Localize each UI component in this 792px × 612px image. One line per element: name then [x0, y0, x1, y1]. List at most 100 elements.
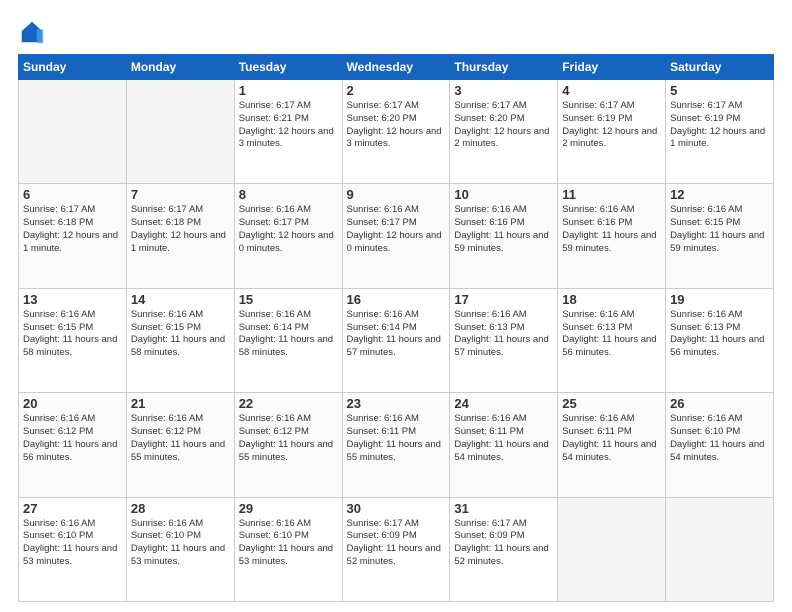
day-info: Sunrise: 6:16 AM Sunset: 6:17 PM Dayligh… — [347, 204, 446, 255]
logo-icon — [18, 18, 46, 46]
day-number: 9 — [347, 187, 446, 202]
weekday-header-sunday: Sunday — [19, 55, 127, 80]
day-info: Sunrise: 6:16 AM Sunset: 6:14 PM Dayligh… — [239, 309, 338, 360]
day-number: 16 — [347, 292, 446, 307]
day-info: Sunrise: 6:16 AM Sunset: 6:16 PM Dayligh… — [454, 204, 553, 255]
day-number: 13 — [23, 292, 122, 307]
day-info: Sunrise: 6:16 AM Sunset: 6:16 PM Dayligh… — [562, 204, 661, 255]
header — [18, 18, 774, 46]
calendar-cell: 24 Sunrise: 6:16 AM Sunset: 6:11 PM Dayli… — [450, 393, 558, 497]
day-number: 24 — [454, 396, 553, 411]
day-number: 2 — [347, 83, 446, 98]
day-number: 19 — [670, 292, 769, 307]
day-number: 4 — [562, 83, 661, 98]
day-number: 1 — [239, 83, 338, 98]
calendar-cell — [558, 497, 666, 601]
logo — [18, 18, 50, 46]
day-number: 26 — [670, 396, 769, 411]
weekday-header-row: SundayMondayTuesdayWednesdayThursdayFrid… — [19, 55, 774, 80]
day-number: 18 — [562, 292, 661, 307]
calendar-cell: 13 Sunrise: 6:16 AM Sunset: 6:15 PM Dayli… — [19, 288, 127, 392]
day-number: 7 — [131, 187, 230, 202]
day-number: 25 — [562, 396, 661, 411]
calendar-cell: 17 Sunrise: 6:16 AM Sunset: 6:13 PM Dayli… — [450, 288, 558, 392]
calendar-cell: 11 Sunrise: 6:16 AM Sunset: 6:16 PM Dayli… — [558, 184, 666, 288]
week-row-1: 1 Sunrise: 6:17 AM Sunset: 6:21 PM Daylig… — [19, 80, 774, 184]
day-number: 31 — [454, 501, 553, 516]
day-info: Sunrise: 6:16 AM Sunset: 6:15 PM Dayligh… — [131, 309, 230, 360]
day-info: Sunrise: 6:17 AM Sunset: 6:19 PM Dayligh… — [670, 100, 769, 151]
weekday-header-friday: Friday — [558, 55, 666, 80]
calendar-cell: 4 Sunrise: 6:17 AM Sunset: 6:19 PM Daylig… — [558, 80, 666, 184]
day-number: 29 — [239, 501, 338, 516]
day-number: 17 — [454, 292, 553, 307]
day-info: Sunrise: 6:17 AM Sunset: 6:18 PM Dayligh… — [131, 204, 230, 255]
calendar-cell — [19, 80, 127, 184]
day-info: Sunrise: 6:16 AM Sunset: 6:12 PM Dayligh… — [239, 413, 338, 464]
calendar-cell: 23 Sunrise: 6:16 AM Sunset: 6:11 PM Dayli… — [342, 393, 450, 497]
day-number: 12 — [670, 187, 769, 202]
day-info: Sunrise: 6:16 AM Sunset: 6:15 PM Dayligh… — [670, 204, 769, 255]
weekday-header-wednesday: Wednesday — [342, 55, 450, 80]
day-info: Sunrise: 6:16 AM Sunset: 6:17 PM Dayligh… — [239, 204, 338, 255]
day-info: Sunrise: 6:17 AM Sunset: 6:20 PM Dayligh… — [454, 100, 553, 151]
day-info: Sunrise: 6:16 AM Sunset: 6:11 PM Dayligh… — [562, 413, 661, 464]
day-number: 6 — [23, 187, 122, 202]
calendar-cell — [666, 497, 774, 601]
day-info: Sunrise: 6:17 AM Sunset: 6:18 PM Dayligh… — [23, 204, 122, 255]
calendar-table: SundayMondayTuesdayWednesdayThursdayFrid… — [18, 54, 774, 602]
calendar-cell: 25 Sunrise: 6:16 AM Sunset: 6:11 PM Dayli… — [558, 393, 666, 497]
day-info: Sunrise: 6:17 AM Sunset: 6:19 PM Dayligh… — [562, 100, 661, 151]
day-number: 21 — [131, 396, 230, 411]
day-info: Sunrise: 6:17 AM Sunset: 6:09 PM Dayligh… — [454, 518, 553, 569]
day-number: 22 — [239, 396, 338, 411]
day-info: Sunrise: 6:16 AM Sunset: 6:11 PM Dayligh… — [454, 413, 553, 464]
calendar-cell: 31 Sunrise: 6:17 AM Sunset: 6:09 PM Dayli… — [450, 497, 558, 601]
calendar-cell: 14 Sunrise: 6:16 AM Sunset: 6:15 PM Dayli… — [126, 288, 234, 392]
day-number: 28 — [131, 501, 230, 516]
day-number: 14 — [131, 292, 230, 307]
page: SundayMondayTuesdayWednesdayThursdayFrid… — [0, 0, 792, 612]
calendar-cell: 12 Sunrise: 6:16 AM Sunset: 6:15 PM Dayli… — [666, 184, 774, 288]
day-info: Sunrise: 6:16 AM Sunset: 6:10 PM Dayligh… — [239, 518, 338, 569]
calendar-cell: 5Sunrise: 6:17 AM Sunset: 6:19 PM Daylig… — [666, 80, 774, 184]
calendar-cell: 30Sunrise: 6:17 AM Sunset: 6:09 PM Dayli… — [342, 497, 450, 601]
calendar-cell: 3 Sunrise: 6:17 AM Sunset: 6:20 PM Daylig… — [450, 80, 558, 184]
day-number: 10 — [454, 187, 553, 202]
day-info: Sunrise: 6:16 AM Sunset: 6:10 PM Dayligh… — [131, 518, 230, 569]
calendar-cell: 16 Sunrise: 6:16 AM Sunset: 6:14 PM Dayli… — [342, 288, 450, 392]
day-info: Sunrise: 6:16 AM Sunset: 6:13 PM Dayligh… — [454, 309, 553, 360]
calendar-cell: 28 Sunrise: 6:16 AM Sunset: 6:10 PM Dayli… — [126, 497, 234, 601]
day-number: 8 — [239, 187, 338, 202]
calendar-cell: 22 Sunrise: 6:16 AM Sunset: 6:12 PM Dayli… — [234, 393, 342, 497]
day-info: Sunrise: 6:16 AM Sunset: 6:10 PM Dayligh… — [670, 413, 769, 464]
day-info: Sunrise: 6:16 AM Sunset: 6:14 PM Dayligh… — [347, 309, 446, 360]
day-number: 20 — [23, 396, 122, 411]
day-info: Sunrise: 6:16 AM Sunset: 6:15 PM Dayligh… — [23, 309, 122, 360]
day-number: 23 — [347, 396, 446, 411]
calendar-cell: 9 Sunrise: 6:16 AM Sunset: 6:17 PM Daylig… — [342, 184, 450, 288]
calendar-cell: 26 Sunrise: 6:16 AM Sunset: 6:10 PM Dayli… — [666, 393, 774, 497]
calendar-cell: 19 Sunrise: 6:16 AM Sunset: 6:13 PM Dayli… — [666, 288, 774, 392]
day-number: 27 — [23, 501, 122, 516]
calendar-cell: 10 Sunrise: 6:16 AM Sunset: 6:16 PM Dayli… — [450, 184, 558, 288]
week-row-3: 13 Sunrise: 6:16 AM Sunset: 6:15 PM Dayli… — [19, 288, 774, 392]
calendar-cell: 21 Sunrise: 6:16 AM Sunset: 6:12 PM Dayli… — [126, 393, 234, 497]
day-info: Sunrise: 6:16 AM Sunset: 6:11 PM Dayligh… — [347, 413, 446, 464]
day-info: Sunrise: 6:17 AM Sunset: 6:20 PM Dayligh… — [347, 100, 446, 151]
calendar-cell: 15 Sunrise: 6:16 AM Sunset: 6:14 PM Dayli… — [234, 288, 342, 392]
weekday-header-tuesday: Tuesday — [234, 55, 342, 80]
day-info: Sunrise: 6:16 AM Sunset: 6:13 PM Dayligh… — [670, 309, 769, 360]
calendar-cell: 8 Sunrise: 6:16 AM Sunset: 6:17 PM Daylig… — [234, 184, 342, 288]
day-number: 11 — [562, 187, 661, 202]
calendar-cell: 20Sunrise: 6:16 AM Sunset: 6:12 PM Dayli… — [19, 393, 127, 497]
day-info: Sunrise: 6:16 AM Sunset: 6:12 PM Dayligh… — [131, 413, 230, 464]
weekday-header-monday: Monday — [126, 55, 234, 80]
calendar-cell: 2 Sunrise: 6:17 AM Sunset: 6:20 PM Daylig… — [342, 80, 450, 184]
day-number: 3 — [454, 83, 553, 98]
day-number: 15 — [239, 292, 338, 307]
calendar-cell: 29 Sunrise: 6:16 AM Sunset: 6:10 PM Dayli… — [234, 497, 342, 601]
day-info: Sunrise: 6:16 AM Sunset: 6:13 PM Dayligh… — [562, 309, 661, 360]
day-number: 30 — [347, 501, 446, 516]
day-info: Sunrise: 6:17 AM Sunset: 6:21 PM Dayligh… — [239, 100, 338, 151]
